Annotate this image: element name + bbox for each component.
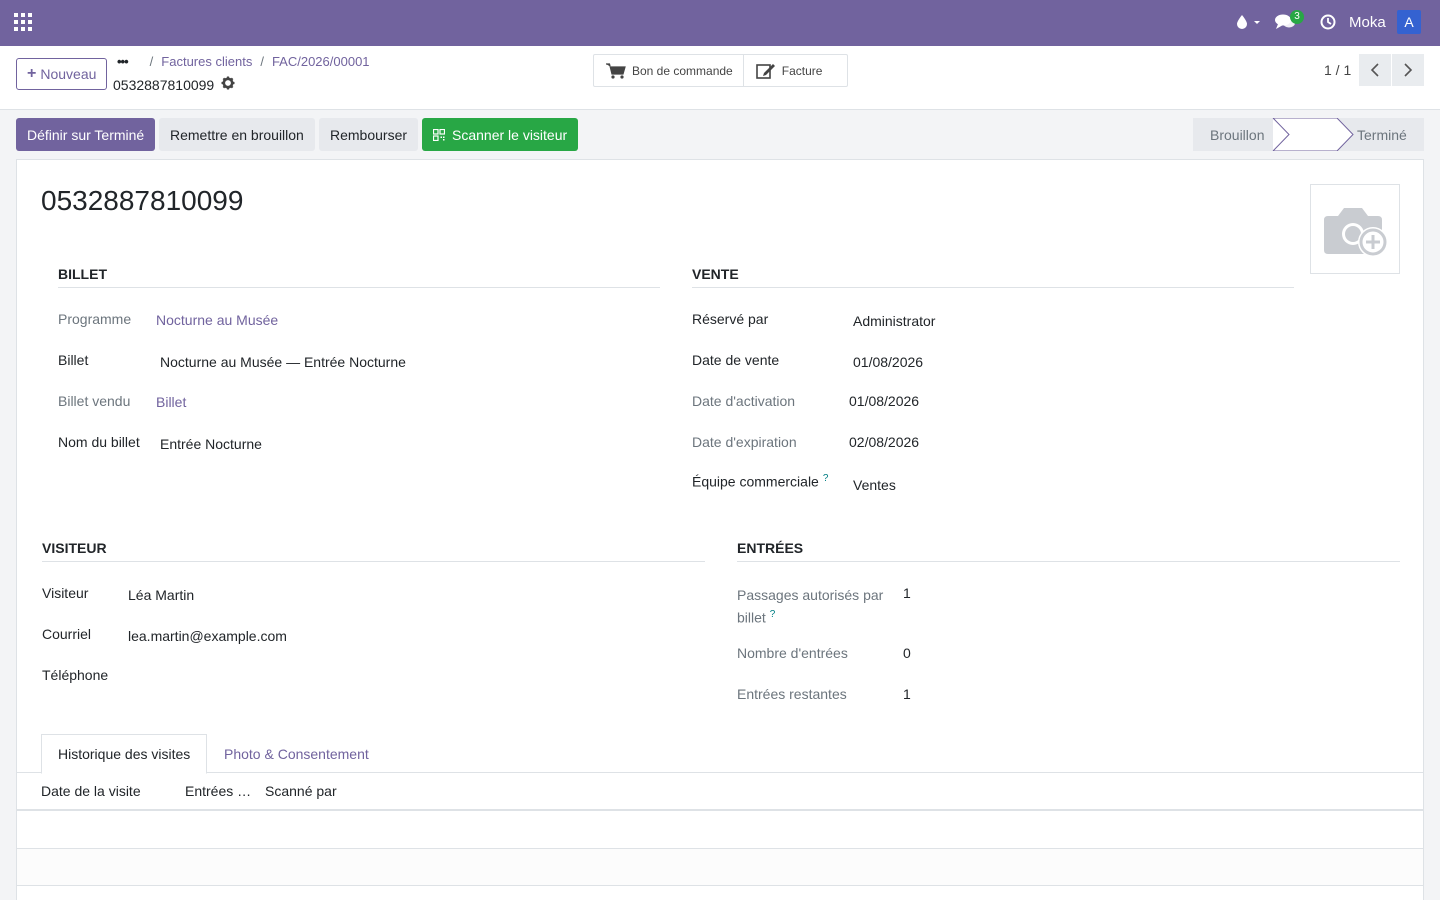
stage-arrow-icon xyxy=(1272,118,1354,151)
column-scanned-by[interactable]: Scanné par xyxy=(265,783,337,799)
group-entrees-title: Entrées xyxy=(737,540,1400,562)
tab-visit-history[interactable]: Historique des visites xyxy=(41,734,208,774)
cart-icon xyxy=(606,62,626,79)
group-visiteur-title: Visiteur xyxy=(42,540,705,562)
phone-field[interactable] xyxy=(128,669,428,687)
billet-value[interactable]: Nocturne au Musée — Entrée Nocturne xyxy=(160,354,406,370)
action-bar: Définir sur Terminé Remettre en brouillo… xyxy=(0,110,1440,160)
set-done-button[interactable]: Définir sur Terminé xyxy=(16,118,156,151)
visitor-value[interactable]: Léa Martin xyxy=(128,587,194,603)
tab-photo-consent[interactable]: Photo & Consentement xyxy=(208,734,385,773)
sales-team-label: Équipe commerciale? xyxy=(692,473,828,490)
email-label: Courriel xyxy=(42,626,92,642)
group-vente-title: Vente xyxy=(692,266,1294,288)
control-panel: + Nouveau ••• / Factures clients / FAC/2… xyxy=(0,46,1440,110)
plus-icon: + xyxy=(27,65,37,82)
column-entries[interactable]: Entrées … xyxy=(185,783,251,799)
smart-buttons: Bon de commande Facture xyxy=(593,54,848,87)
purchase-order-button[interactable]: Bon de commande xyxy=(594,55,743,86)
expiration-date-value: 02/08/2026 xyxy=(849,434,920,450)
allowed-passes-label: Passages autorisés par billet? xyxy=(737,585,883,628)
messaging-badge: 3 xyxy=(1290,10,1304,24)
edit-icon xyxy=(755,63,775,79)
breadcrumb-more-icon[interactable]: ••• xyxy=(117,54,129,69)
entries-count-value: 0 xyxy=(903,645,911,661)
pager-value[interactable]: 1 / 1 xyxy=(1324,62,1351,78)
camera-add-icon xyxy=(1324,208,1388,257)
qrcode-icon xyxy=(433,128,445,141)
pager-previous-button[interactable] xyxy=(1359,54,1391,86)
breadcrumb-separator: / xyxy=(149,54,154,69)
table-row xyxy=(17,812,1423,849)
pager-next-button[interactable] xyxy=(1392,54,1424,86)
help-icon[interactable]: ? xyxy=(770,609,776,620)
table-row xyxy=(17,849,1423,886)
breadcrumb-invoices[interactable]: Factures clients xyxy=(161,54,252,69)
allowed-passes-label-line2: billet xyxy=(737,609,766,626)
user-avatar[interactable]: A xyxy=(1397,10,1421,34)
scan-visitor-label: Scanner le visiteur xyxy=(452,126,568,143)
reserved-by-value[interactable]: Administrator xyxy=(853,313,935,329)
invoice-button[interactable]: Facture xyxy=(742,55,847,86)
reset-draft-button[interactable]: Remettre en brouillon xyxy=(159,118,315,151)
statusbar: Brouillon Actif Terminé xyxy=(1193,118,1424,151)
visitor-label: Visiteur xyxy=(42,585,89,601)
reserved-by-label: Réservé par xyxy=(692,311,769,327)
breadcrumb-separator: / xyxy=(260,54,264,69)
programme-label: Programme xyxy=(58,311,132,327)
notebook-tabs: Historique des visites Photo & Consentem… xyxy=(17,734,1423,774)
company-switcher[interactable]: Moka xyxy=(1349,14,1386,31)
expiration-date-label: Date d'expiration xyxy=(692,434,797,450)
sales-team-label-text: Équipe commerciale xyxy=(692,473,819,490)
new-button-label: Nouveau xyxy=(40,66,97,82)
billet-sold-label: Billet vendu xyxy=(58,393,131,409)
email-field[interactable]: lea.martin@example.com xyxy=(128,628,287,644)
sale-date-value[interactable]: 01/08/2026 xyxy=(853,354,923,370)
entries-count-label: Nombre d'entrées xyxy=(737,645,848,661)
top-navbar: 3 Moka A xyxy=(0,0,1440,46)
ticket-name-value[interactable]: Entrée Nocturne xyxy=(160,436,262,452)
sale-date-label: Date de vente xyxy=(692,352,780,368)
sales-team-value[interactable]: Ventes xyxy=(853,477,896,493)
allowed-passes-value: 1 xyxy=(903,585,911,601)
breadcrumb-invoice-number[interactable]: FAC/2026/00001 xyxy=(272,54,370,69)
activation-date-value: 01/08/2026 xyxy=(849,393,920,409)
programme-value[interactable]: Nocturne au Musée xyxy=(156,312,278,328)
form-sheet: 0532887810099 Billet Programme Nocturne … xyxy=(16,159,1424,900)
chevron-left-icon xyxy=(1370,63,1379,77)
billet-label: Billet xyxy=(58,352,89,368)
allowed-passes-label-line1: Passages autorisés par xyxy=(737,587,884,603)
image-upload[interactable] xyxy=(1310,184,1400,274)
column-visit-date[interactable]: Date de la visite xyxy=(41,783,141,799)
activation-date-label: Date d'activation xyxy=(692,393,796,409)
visits-table-header: Date de la visite Entrées … Scanné par xyxy=(17,773,1423,811)
debug-drop-icon[interactable] xyxy=(1236,14,1262,33)
record-name-text: 0532887810099 xyxy=(113,76,215,93)
help-icon[interactable]: ? xyxy=(823,473,829,484)
breadcrumb: ••• / Factures clients / FAC/2026/00001 xyxy=(117,54,370,69)
purchase-order-label: Bon de commande xyxy=(632,63,733,78)
chevron-right-icon xyxy=(1404,63,1413,77)
billet-sold-value[interactable]: Billet xyxy=(156,394,186,410)
record-name: 0532887810099 xyxy=(113,76,235,93)
new-button[interactable]: + Nouveau xyxy=(16,58,108,90)
ticket-name-label: Nom du billet xyxy=(58,434,140,450)
invoice-label: Facture xyxy=(781,63,823,78)
record-title[interactable]: 0532887810099 xyxy=(41,185,243,217)
gear-icon[interactable] xyxy=(221,76,235,93)
remaining-entries-label: Entrées restantes xyxy=(737,686,847,702)
activity-clock-icon[interactable] xyxy=(1320,14,1336,33)
scan-visitor-button[interactable]: Scanner le visiteur xyxy=(422,118,579,151)
group-billet-title: Billet xyxy=(58,266,660,288)
phone-label: Téléphone xyxy=(42,667,109,683)
refund-button[interactable]: Rembourser xyxy=(319,118,419,151)
apps-menu-icon[interactable] xyxy=(14,13,32,31)
remaining-entries-value: 1 xyxy=(903,686,911,702)
